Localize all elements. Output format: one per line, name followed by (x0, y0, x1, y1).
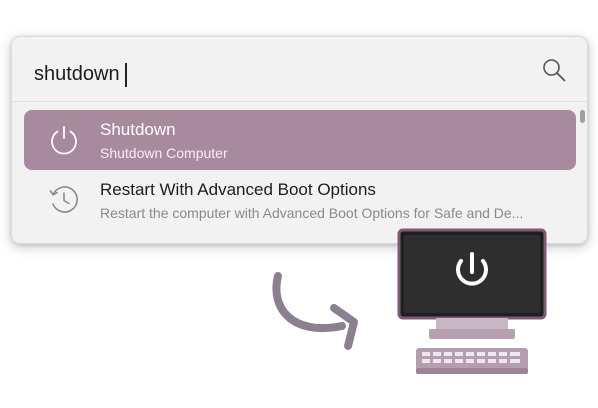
launcher-window: Shutdown Shutdown Computer Restart With … (11, 36, 588, 244)
restart-clock-icon (49, 186, 78, 213)
result-title: Restart With Advanced Boot Options (100, 180, 376, 199)
results-list: Shutdown Shutdown Computer Restart With … (12, 102, 587, 243)
scrollbar[interactable] (580, 110, 585, 123)
search-input[interactable] (34, 59, 514, 89)
result-restart-advanced-boot[interactable]: Restart With Advanced Boot Options Resta… (24, 170, 576, 230)
search-icon[interactable] (541, 57, 567, 83)
computer-power-icon (397, 228, 547, 374)
search-bar (12, 37, 587, 102)
result-title: Shutdown (100, 120, 176, 139)
power-icon (51, 126, 77, 155)
result-subtitle: Restart the computer with Advanced Boot … (100, 205, 524, 221)
result-shutdown[interactable]: Shutdown Shutdown Computer (24, 110, 576, 170)
text-caret (125, 63, 127, 87)
result-subtitle: Shutdown Computer (100, 145, 228, 161)
curved-arrow-icon (272, 272, 358, 350)
